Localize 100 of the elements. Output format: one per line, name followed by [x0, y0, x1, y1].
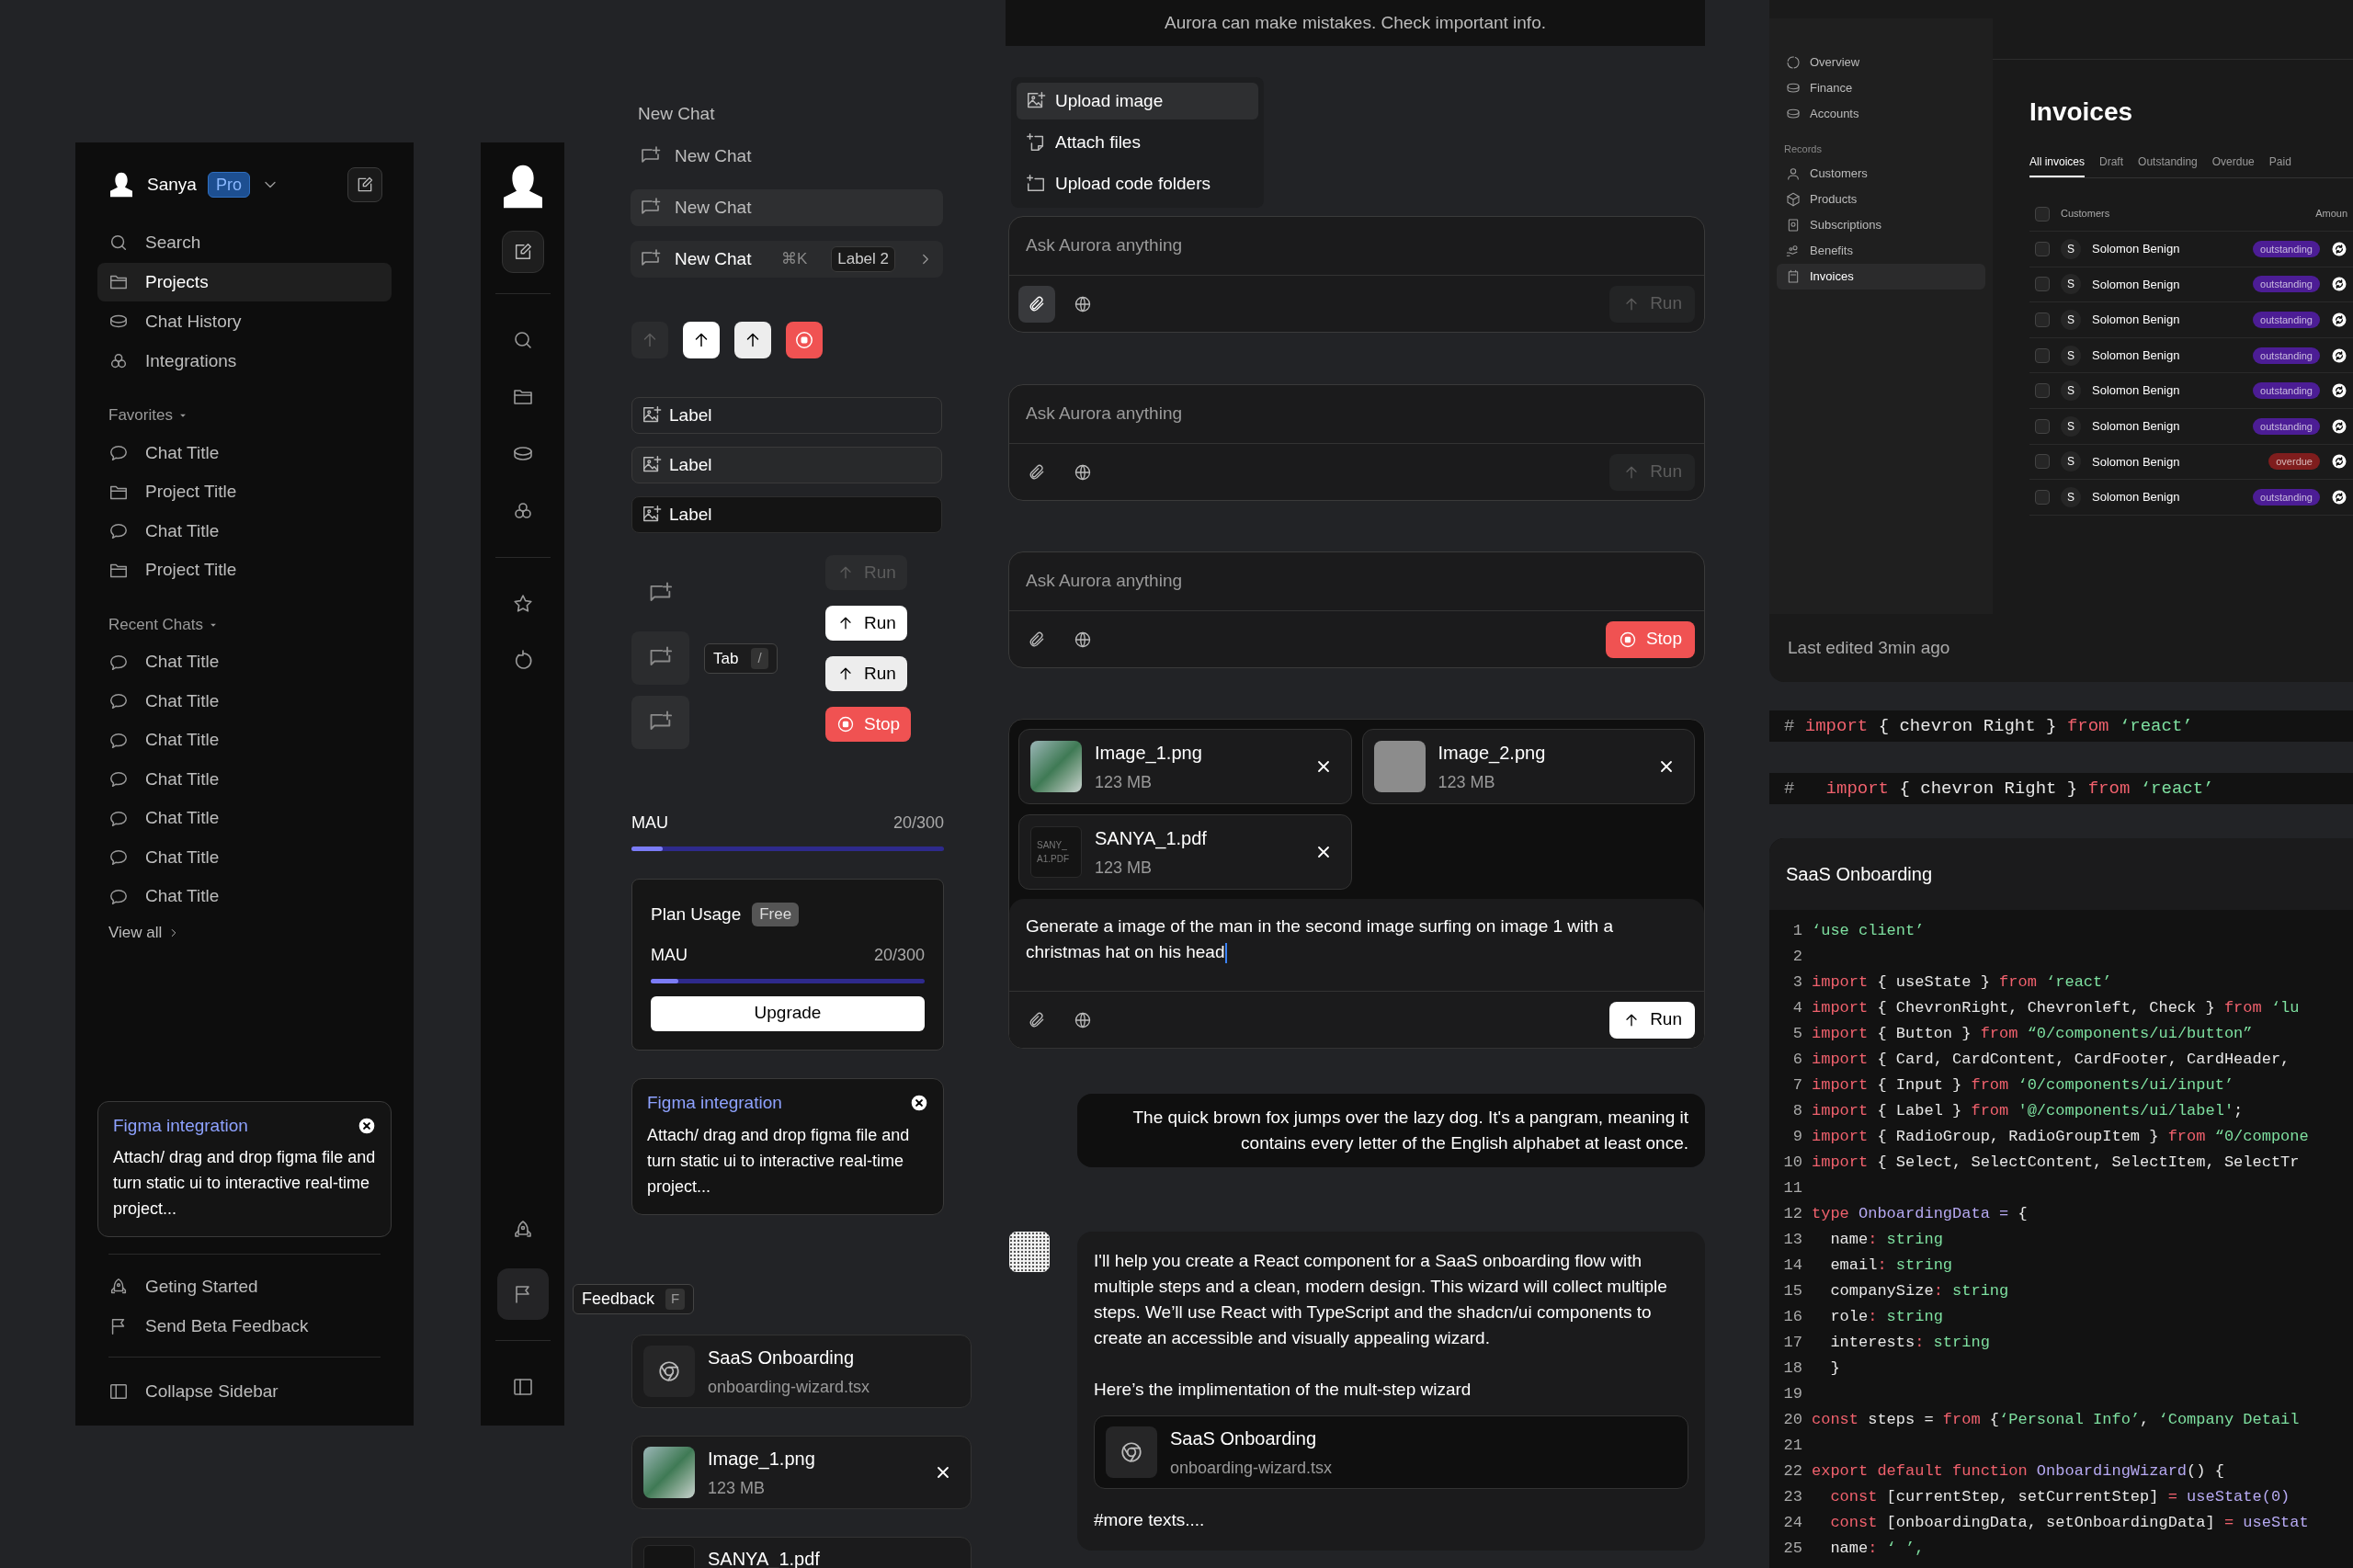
close-icon: [910, 1094, 928, 1113]
sidebar-item[interactable]: Chat Title: [97, 512, 392, 551]
checkbox[interactable]: [2035, 383, 2050, 399]
prompt-input[interactable]: Ask Aurora anything: [1026, 233, 1688, 259]
nav-item[interactable]: Products: [1777, 186, 1985, 212]
tab[interactable]: All invoices: [2029, 153, 2086, 177]
initial-avatar: S: [2061, 486, 2081, 507]
sidebar-item[interactable]: Chat Title: [97, 760, 392, 799]
sidebar-item[interactable]: Project Title: [97, 551, 392, 590]
sidebar-item[interactable]: Search: [97, 223, 392, 262]
label-button[interactable]: Label: [631, 397, 942, 434]
nav-item[interactable]: Finance: [1777, 75, 1985, 101]
new-chat-button[interactable]: [501, 231, 544, 273]
nav-item[interactable]: Benefits: [1777, 237, 1985, 264]
sidebar-item[interactable]: Project Title: [97, 472, 392, 512]
checkbox[interactable]: [2035, 489, 2050, 505]
message-plus-button[interactable]: [631, 631, 689, 685]
tab[interactable]: Draft: [2099, 153, 2124, 177]
customer-name: Solomon Benign: [2092, 347, 2180, 364]
sync-icon: [2331, 347, 2347, 364]
prompt-input[interactable]: Ask Aurora anything: [1026, 401, 1688, 427]
new-chat-button[interactable]: [347, 167, 382, 202]
section-title: Favorites: [108, 405, 173, 426]
stop-button[interactable]: [786, 322, 823, 358]
prompt-input[interactable]: Ask Aurora anything: [1026, 568, 1688, 595]
checkbox[interactable]: [2035, 347, 2050, 363]
checkbox[interactable]: [2035, 241, 2050, 256]
sidebar-item[interactable]: Chat Title: [97, 799, 392, 838]
column-header: Customers: [2061, 207, 2110, 222]
checkbox[interactable]: [2035, 454, 2050, 470]
flag-button[interactable]: [496, 1268, 549, 1320]
sidebar-item[interactable]: Geting Started: [97, 1267, 392, 1306]
sidebar-item[interactable]: Chat Title: [97, 682, 392, 721]
tab[interactable]: Outstanding: [2138, 153, 2198, 177]
customer-name: Solomon Benign: [2092, 418, 2180, 435]
label-button[interactable]: Label: [631, 496, 942, 533]
checkbox[interactable]: [2035, 312, 2050, 327]
send-button[interactable]: [683, 322, 720, 358]
meter-reading: 20/300: [873, 944, 925, 966]
attach-button[interactable]: [1018, 285, 1055, 323]
close-button[interactable]: [910, 1094, 928, 1113]
file-name: Image_1.png: [1095, 741, 1202, 766]
code-line: const [currentStep, setCurrentStep] = useState(0): [1829, 1487, 2290, 1508]
sync-icon: [2331, 312, 2347, 328]
nav-item[interactable]: Accounts: [1777, 101, 1985, 127]
status-badge: outstanding: [2253, 276, 2320, 293]
sidebar-item[interactable]: Collapse Sidebar: [97, 1372, 392, 1411]
file-subtitle: 123 MB: [708, 1477, 767, 1499]
sidebar-item[interactable]: Chat Title: [97, 434, 392, 472]
user-name: Sanya: [147, 173, 197, 196]
sidebar-item[interactable]: Chat History: [97, 302, 392, 341]
prompt-input[interactable]: Generate a image of the man in the second image surfing on image 1 with a christmas hat on his head: [1009, 899, 1704, 991]
line-number: 3: [1791, 972, 1803, 994]
run-button[interactable]: Run: [1609, 1001, 1695, 1039]
checkbox[interactable]: [2035, 418, 2050, 434]
checkbox[interactable]: [2035, 277, 2050, 292]
menu-item[interactable]: Upload code folders: [1017, 165, 1258, 202]
run-button[interactable]: Run: [825, 606, 907, 641]
meter-reading: 20/300: [892, 812, 944, 834]
code-line: import { Button } from “0/components/ui/button”: [1812, 1024, 2253, 1045]
view-all-link[interactable]: View all: [97, 915, 192, 949]
promo-text: Attach/ drag and drop figma file and turn static ui to interactive real-time project...: [113, 1147, 376, 1220]
menu-item[interactable]: Upload image: [1017, 83, 1258, 119]
customer-name: Solomon Benign: [2092, 453, 2180, 471]
globe-icon: [1074, 1010, 1092, 1029]
nav-item[interactable]: Overview: [1777, 50, 1985, 75]
sync-icon: [2331, 417, 2347, 435]
menu-item[interactable]: Attach files: [1017, 124, 1258, 161]
column-header: Amoun: [2315, 207, 2347, 222]
file-name: SANYA_1.pdf: [1095, 826, 1207, 851]
sidebar-item[interactable]: Chat Title: [97, 642, 392, 682]
new-chat-item[interactable]: New Chat: [631, 189, 943, 226]
run-button[interactable]: Run: [825, 656, 907, 691]
message-text: Here’s the implimentation of the mult-step wizard: [1094, 1379, 1472, 1401]
tab[interactable]: Paid: [2268, 153, 2291, 177]
label-button[interactable]: Label: [631, 447, 942, 483]
hand-coins-icon: [1786, 243, 1801, 258]
sidebar-item[interactable]: Chat Title: [97, 838, 392, 877]
section-heading: New Chat: [637, 103, 716, 123]
checkbox[interactable]: [2035, 206, 2050, 222]
close-button[interactable]: [358, 1116, 376, 1135]
sidebar-item[interactable]: Integrations: [97, 342, 392, 381]
sidebar-item[interactable]: Chat Title: [97, 721, 392, 760]
shortcut-key: /: [751, 648, 768, 669]
file-subtitle: 123 MB: [1095, 771, 1154, 793]
new-chat-item[interactable]: New Chat: [631, 138, 943, 175]
sidebar-item[interactable]: Chat Title: [97, 877, 392, 916]
nav-item[interactable]: Subscriptions: [1777, 211, 1985, 238]
line-number: 4: [1791, 998, 1803, 1019]
send-button[interactable]: [734, 322, 771, 358]
nav-item[interactable]: Customers: [1777, 160, 1985, 187]
new-chat-item[interactable]: New Chat ⌘K Label 2: [631, 241, 943, 278]
upgrade-button[interactable]: Upgrade: [651, 995, 925, 1031]
line-number: 14: [1782, 1256, 1803, 1277]
sidebar-item[interactable]: Projects: [97, 263, 392, 301]
tab[interactable]: Overdue: [2211, 153, 2255, 177]
file-subtitle: onboarding-wizard.tsx: [708, 1376, 870, 1398]
sidebar-item[interactable]: Send Beta Feedback: [97, 1307, 392, 1346]
nav-item[interactable]: Invoices: [1777, 263, 1985, 290]
message-plus-button[interactable]: [631, 696, 689, 749]
